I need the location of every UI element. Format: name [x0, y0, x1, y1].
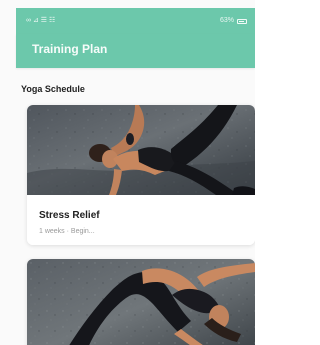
- yoga-card-image[interactable]: [27, 259, 255, 345]
- battery-icon: [237, 18, 247, 24]
- card-subtitle: 1 weeks · Begin...: [39, 228, 95, 235]
- app-screen: ∞ ⊿ ☰ ☷ 63% Training Plan Yoga Schedule: [0, 0, 255, 345]
- yoga-card-second[interactable]: [27, 259, 255, 345]
- yoga-card-image[interactable]: [27, 105, 255, 195]
- app-bar: Training Plan: [16, 34, 255, 68]
- yoga-card-body[interactable]: Stress Relief 1 weeks · Begin...: [27, 195, 255, 245]
- page-title: Training Plan: [32, 42, 108, 56]
- status-icons-right: 63%: [220, 8, 247, 34]
- yoga-pose-image: [27, 105, 255, 195]
- battery-percentage: 63%: [219, 17, 234, 24]
- status-bar: ∞ ⊿ ☰ ☷ 63%: [16, 8, 255, 34]
- status-icons-left: ∞ ⊿ ☰ ☷: [26, 17, 56, 24]
- card-title: Stress Relief: [39, 210, 100, 221]
- yoga-pose-image: [27, 259, 255, 345]
- yoga-card-stress-relief[interactable]: Stress Relief 1 weeks · Begin...: [27, 105, 255, 245]
- section-title: Yoga Schedule: [21, 84, 85, 94]
